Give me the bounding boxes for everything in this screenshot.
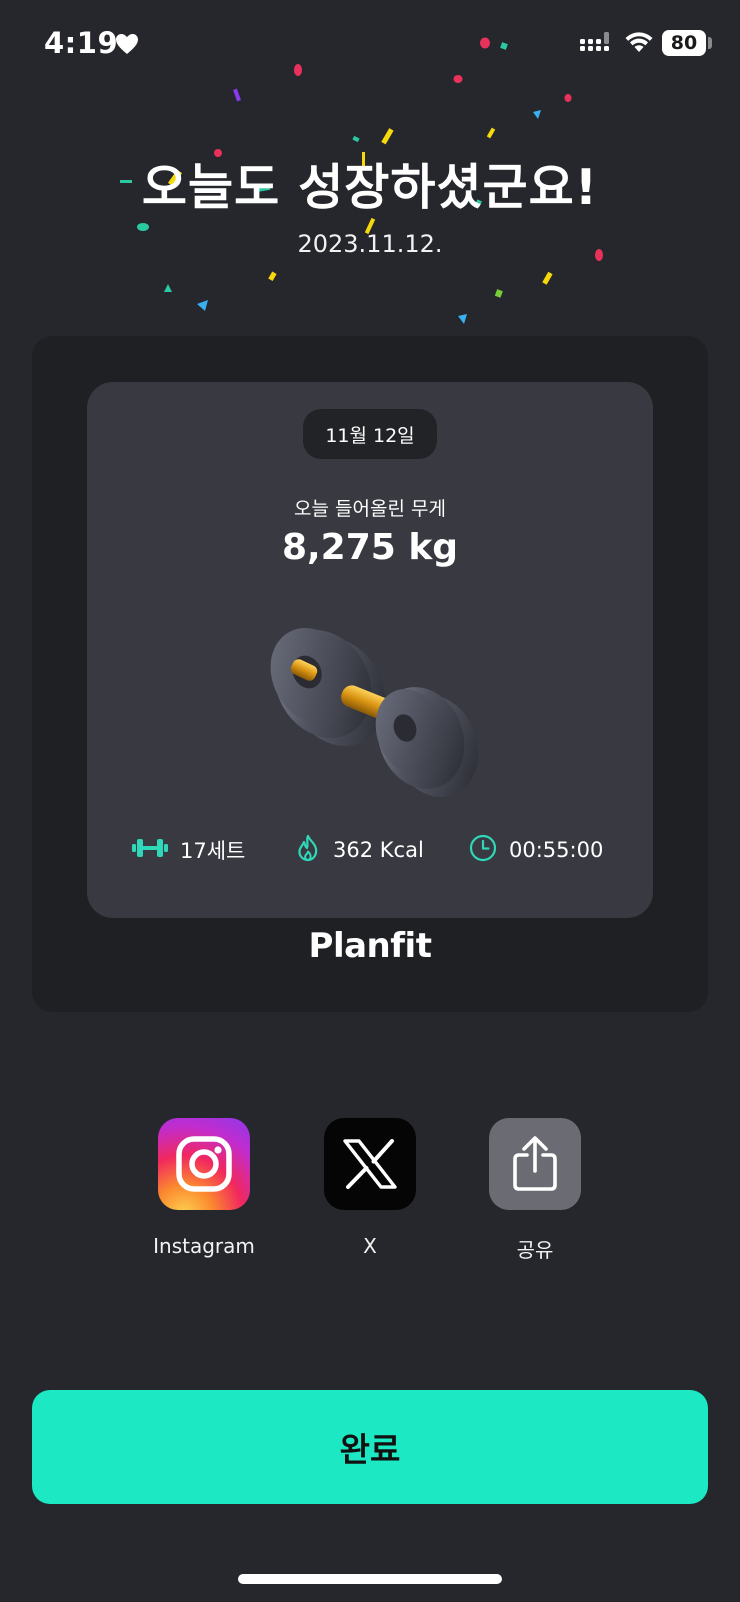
done-button[interactable]: 완료 — [32, 1390, 708, 1504]
battery-indicator: 80 — [662, 30, 706, 56]
flame-icon — [295, 834, 333, 867]
home-indicator — [238, 1574, 502, 1584]
x-logo-icon[interactable] — [324, 1118, 416, 1210]
status-bar: 4:19 80 — [0, 0, 740, 92]
cellular-signal-icon — [580, 32, 614, 60]
share-instagram-label: Instagram — [153, 1234, 255, 1258]
workout-summary-card: 11월 12일 오늘 들어올린 무게 8,275 kg 17세트 362 Kca… — [87, 382, 653, 918]
weight-value: 8,275 kg — [281, 527, 459, 568]
clock-icon — [469, 834, 509, 867]
share-instagram[interactable]: Instagram — [124, 1118, 284, 1258]
stat-duration: 00:55:00 — [469, 830, 603, 870]
share-system[interactable]: 공유 — [455, 1118, 615, 1263]
stat-calories-value: 362 Kcal — [333, 838, 424, 862]
date-pill: 11월 12일 — [303, 409, 437, 459]
dumbbell-small-icon — [132, 837, 180, 864]
share-icon[interactable] — [489, 1118, 581, 1210]
stat-sets-value: 17세트 — [180, 839, 246, 863]
planfit-logo: Planfit — [308, 926, 432, 966]
share-x[interactable]: X — [290, 1118, 450, 1258]
share-card: 11월 12일 오늘 들어올린 무게 8,275 kg 17세트 362 Kca… — [32, 336, 708, 1012]
workout-stats: 17세트 362 Kcal 00:55:00 — [87, 830, 653, 870]
heart-icon — [115, 33, 139, 59]
share-x-label: X — [363, 1234, 377, 1258]
wifi-icon — [624, 30, 654, 58]
stat-duration-value: 00:55:00 — [509, 838, 604, 862]
weight-label: 오늘 들어올린 무게 — [294, 498, 446, 520]
battery-tip — [708, 37, 712, 49]
status-time: 4:19 — [44, 26, 119, 60]
workout-date: 2023.11.12. — [297, 230, 443, 258]
page-title: 오늘도 성장하셨군요! — [141, 159, 599, 216]
stat-calories: 362 Kcal — [295, 830, 424, 870]
share-system-label: 공유 — [516, 1238, 554, 1262]
stat-sets: 17세트 — [132, 830, 245, 870]
dumbbell-icon — [255, 614, 487, 808]
instagram-icon[interactable] — [158, 1118, 250, 1210]
